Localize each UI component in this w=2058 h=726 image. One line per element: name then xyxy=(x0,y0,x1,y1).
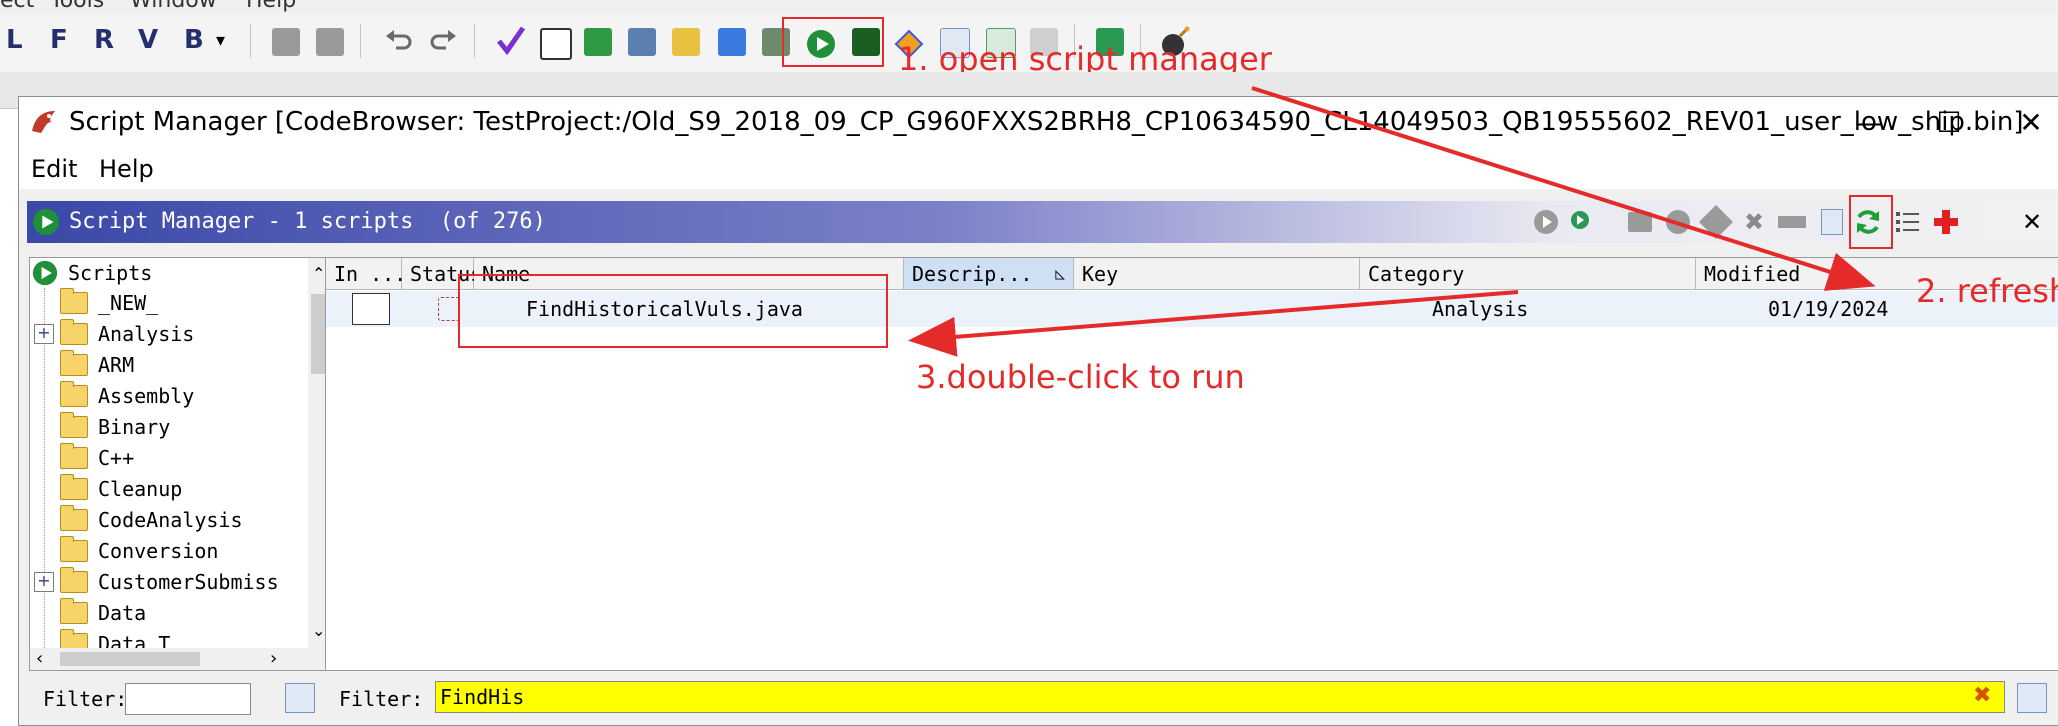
arrow-to-refresh xyxy=(1251,86,1876,291)
annotation-arrows xyxy=(908,86,1876,357)
arrow-to-script xyxy=(908,290,1519,357)
